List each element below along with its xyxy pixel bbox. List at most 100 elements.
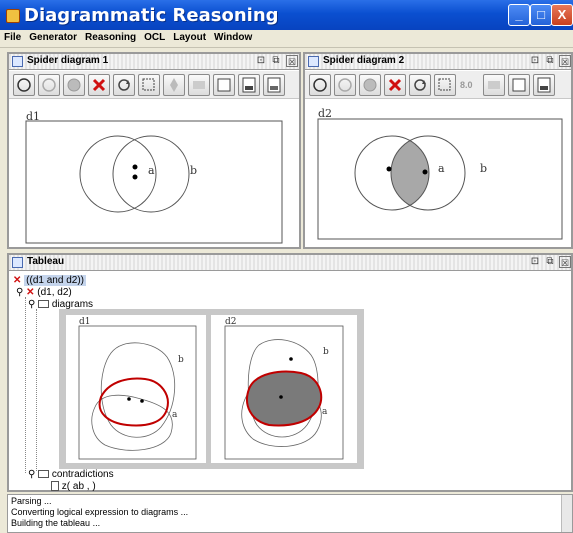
move-icon[interactable] xyxy=(163,74,185,96)
spider xyxy=(127,397,131,401)
maximize-icon[interactable]: ⧉ xyxy=(544,55,556,67)
diagram-name: d2 xyxy=(225,317,237,327)
restore-icon[interactable]: ⊡ xyxy=(529,55,541,67)
tableau-diagrams xyxy=(66,315,357,463)
delete-icon[interactable] xyxy=(88,74,110,96)
window-title: Diagrammatic Reasoning xyxy=(24,5,279,26)
menu-generator[interactable]: Generator xyxy=(25,30,81,43)
refresh-icon[interactable] xyxy=(113,74,135,96)
label-b: b xyxy=(323,347,329,357)
zone-button[interactable] xyxy=(334,74,356,96)
label-a: a xyxy=(148,164,155,177)
diagram-name: d1 xyxy=(79,317,91,327)
layout-icon[interactable] xyxy=(483,74,505,96)
close-frame-icon[interactable]: ☒ xyxy=(559,55,571,67)
menu-reasoning[interactable]: Reasoning xyxy=(81,30,140,43)
frame-header: Spider diagram 2 ⊡ ⧉ ☒ xyxy=(305,54,571,70)
tree-node-leaf[interactable]: z( ab , ) xyxy=(51,481,96,492)
tree-node-label: ((d1 and d2)) xyxy=(24,275,86,286)
console-line: Parsing ... xyxy=(11,496,52,506)
label-b: b xyxy=(480,162,488,175)
label-b: b xyxy=(178,355,184,365)
shade-button[interactable] xyxy=(359,74,381,96)
console-log: Parsing ... Converting logical expressio… xyxy=(7,494,573,533)
title-bar: Diagrammatic Reasoning _ □ X xyxy=(0,0,573,30)
draw-contour-button[interactable] xyxy=(13,74,35,96)
close-frame-icon[interactable]: ☒ xyxy=(559,256,571,268)
tree-node-label: contradictions xyxy=(51,469,114,480)
restore-icon[interactable]: ⊡ xyxy=(529,256,541,268)
diagram-name: d2 xyxy=(318,107,333,120)
spider-diagram-1-frame: Spider diagram 1 ⊡ ⧉ ☒ d1 a b xyxy=(7,52,301,249)
zoom-label: 8.0 xyxy=(460,80,473,90)
spider xyxy=(422,169,428,175)
restore-icon[interactable]: ⊡ xyxy=(255,55,267,67)
app-icon xyxy=(6,9,20,23)
new-diagram-icon[interactable] xyxy=(138,74,160,96)
expand-handle-icon[interactable]: ⚲ xyxy=(28,299,35,310)
diagram-name: d1 xyxy=(26,110,41,123)
diagram-canvas[interactable]: d2 a b xyxy=(306,101,570,245)
expand-handle-icon[interactable]: ⚲ xyxy=(16,287,23,298)
contour-a xyxy=(79,135,157,213)
close-button[interactable]: X xyxy=(551,4,573,26)
frame-header: Spider diagram 1 ⊡ ⧉ ☒ xyxy=(9,54,299,70)
tree-node-branch[interactable]: ⚲ ✕ (d1, d2) xyxy=(16,287,72,298)
spider-foot xyxy=(132,164,138,170)
tree-guide xyxy=(25,297,26,473)
frame-icon xyxy=(308,56,319,67)
spider xyxy=(279,395,283,399)
diagram-boundary xyxy=(25,120,283,244)
spider-diagram-2-frame: Spider diagram 2 ⊡ ⧉ ☒ 8.0 d2 a b xyxy=(303,52,573,249)
tree-node-root[interactable]: ✕ ((d1 and d2)) xyxy=(13,275,86,286)
zone-button[interactable] xyxy=(38,74,60,96)
toolbar: 8.0 xyxy=(305,71,571,99)
tableau-frame: Tableau ⊡ ⧉ ☒ ✕ ((d1 and d2)) ⚲ ✕ (d1, d… xyxy=(7,253,573,492)
tree-guide xyxy=(36,309,37,471)
document-icon xyxy=(51,481,59,492)
shade-button[interactable] xyxy=(63,74,85,96)
diagram-boundary xyxy=(317,118,563,240)
label-b: b xyxy=(190,164,198,177)
menu-ocl[interactable]: OCL xyxy=(140,30,169,43)
menu-bar: File Generator Reasoning OCL Layout Wind… xyxy=(0,30,573,48)
window-icon[interactable] xyxy=(508,74,530,96)
draw-contour-button[interactable] xyxy=(309,74,331,96)
delete-icon[interactable] xyxy=(384,74,406,96)
maximize-icon[interactable]: ⧉ xyxy=(270,55,282,67)
maximize-icon[interactable]: ⧉ xyxy=(544,256,556,268)
folder-icon xyxy=(38,470,50,479)
menu-window[interactable]: Window xyxy=(210,30,256,43)
spider xyxy=(140,399,144,403)
console-line: Converting logical expression to diagram… xyxy=(11,507,189,517)
scrollbar[interactable] xyxy=(561,495,572,532)
console-line: Building the tableau ... xyxy=(11,518,101,528)
cross-icon: ✕ xyxy=(13,275,22,286)
new-diagram-icon[interactable] xyxy=(434,74,456,96)
maximize-button[interactable]: □ xyxy=(530,4,552,26)
spider-foot xyxy=(132,174,138,180)
close-frame-icon[interactable]: ☒ xyxy=(286,55,298,67)
label-a: a xyxy=(172,410,178,420)
diagram-preview-panel: d1 d2 a b a b xyxy=(59,309,364,469)
tree-node-label: (d1, d2) xyxy=(37,287,72,298)
menu-file[interactable]: File xyxy=(0,30,25,43)
tree-node-contradictions[interactable]: ⚲ contradictions xyxy=(28,469,114,480)
window-icon[interactable] xyxy=(213,74,235,96)
expand-handle-icon[interactable]: ⚲ xyxy=(28,469,35,480)
menu-layout[interactable]: Layout xyxy=(169,30,210,43)
tree-node-label: z( ab , ) xyxy=(61,481,96,492)
minimize-button[interactable]: _ xyxy=(508,4,530,26)
save-eps-icon[interactable] xyxy=(263,74,285,96)
frame-header: Tableau ⊡ ⧉ ☒ xyxy=(9,255,571,271)
spider xyxy=(289,357,293,361)
frame-icon xyxy=(12,257,23,268)
layout-icon[interactable] xyxy=(188,74,210,96)
toolbar xyxy=(9,71,299,99)
refresh-icon[interactable] xyxy=(409,74,431,96)
diagram-canvas[interactable]: d1 a b xyxy=(10,101,298,245)
shaded-red-zone xyxy=(246,370,323,427)
save-image-icon[interactable] xyxy=(533,74,555,96)
folder-icon xyxy=(38,300,50,309)
save-image-icon[interactable] xyxy=(238,74,260,96)
